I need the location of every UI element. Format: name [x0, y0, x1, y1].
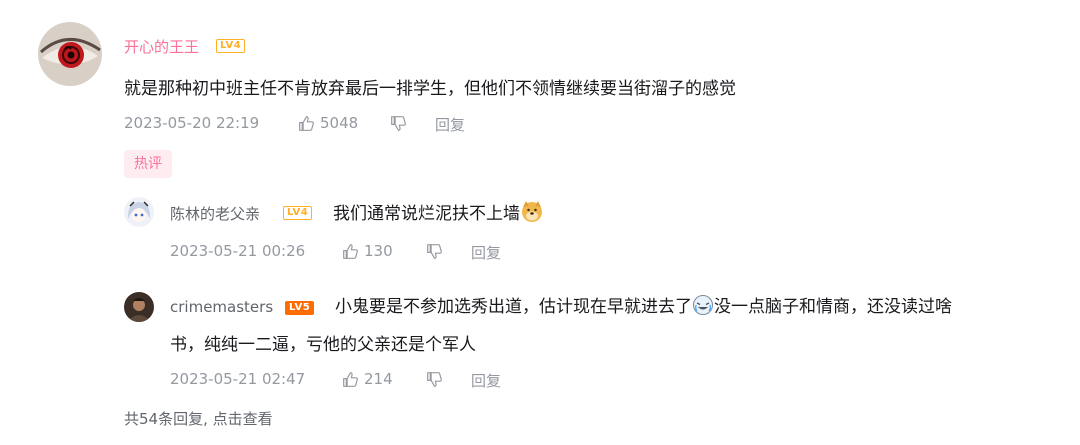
like-button[interactable]: 130	[342, 242, 393, 260]
username[interactable]: 陈林的老父亲	[170, 203, 260, 224]
username[interactable]: 开心的王王	[124, 36, 199, 57]
reply-text-part1: 小鬼要是不参加选秀出道，估计现在早就进去了	[335, 297, 692, 317]
reply-text: 小鬼要是不参加选秀出道，估计现在早就进去了 没一点脑子和情商，还没读过啥	[335, 294, 952, 324]
dislike-button[interactable]	[426, 371, 443, 388]
reply-button[interactable]: 回复	[435, 114, 465, 135]
reply-button[interactable]: 回复	[471, 370, 501, 391]
like-button[interactable]: 5048	[298, 114, 358, 132]
reply-button[interactable]: 回复	[471, 242, 501, 263]
comment-text: 就是那种初中班主任不肯放弃最后一排学生，但他们不领情继续要当街溜子的感觉	[124, 79, 736, 99]
avatar-eye-image	[38, 22, 102, 86]
avatar-photo-image	[124, 292, 154, 322]
like-count: 214	[364, 370, 393, 388]
hot-comment-tag: 热评	[124, 150, 172, 178]
like-count: 5048	[320, 114, 359, 132]
thumbs-up-icon	[299, 115, 314, 131]
dislike-button[interactable]	[426, 243, 443, 260]
thumbs-down-icon	[391, 116, 406, 131]
level-badge: LV4	[216, 39, 246, 53]
comment-section: 开心的王王 LV4 就是那种初中班主任不肯放弃最后一排学生，但他们不领情继续要当…	[0, 0, 1080, 445]
timestamp: 2023-05-20 22:19	[124, 114, 260, 132]
cry-laugh-emoji-icon	[692, 294, 714, 324]
avatar[interactable]	[124, 292, 154, 322]
thumbs-up-icon	[343, 371, 358, 387]
thumbs-down-icon	[427, 372, 442, 387]
thumbs-down-icon	[427, 244, 442, 259]
avatar[interactable]	[38, 22, 102, 86]
timestamp: 2023-05-21 00:26	[170, 242, 306, 260]
avatar-anime-image	[124, 197, 154, 227]
reply-text-part2: 没一点脑子和情商，还没读过啥	[714, 297, 952, 317]
username[interactable]: crimemasters	[170, 298, 273, 316]
reply-text-body: 我们通常说烂泥扶不上墙	[333, 204, 520, 224]
view-more-replies-link[interactable]: 共54条回复, 点击查看	[124, 408, 273, 429]
like-count: 130	[364, 242, 393, 260]
dislike-button[interactable]	[390, 115, 407, 132]
avatar[interactable]	[124, 197, 154, 227]
level-badge: LV4	[283, 206, 313, 220]
thumbs-up-icon	[343, 243, 358, 259]
reply-text-line2: 书，纯纯一二逼，亏他的父亲还是个军人	[170, 335, 476, 355]
reply-text: 我们通常说烂泥扶不上墙	[333, 199, 544, 231]
timestamp: 2023-05-21 02:47	[170, 370, 306, 388]
like-button[interactable]: 214	[342, 370, 393, 388]
doge-emoji-icon	[520, 199, 544, 231]
level-badge: LV5	[285, 301, 315, 315]
